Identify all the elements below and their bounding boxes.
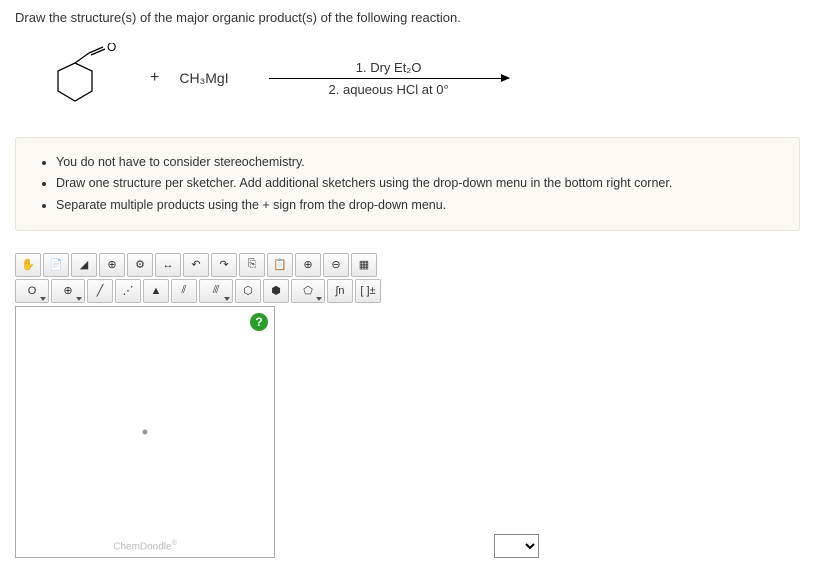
custom-ring-tool[interactable]: ∫n (327, 279, 353, 303)
reaction-arrow (269, 78, 509, 79)
chemdoodle-brand: ChemDoodle® (113, 540, 177, 552)
starting-material-structure: O (50, 43, 130, 113)
move-tool[interactable]: ✋ (15, 253, 41, 277)
reaction-arrow-block: 1. Dry Et₂O 2. aqueous HCl at 0° (269, 60, 509, 97)
paste-tool[interactable]: 📋 (267, 253, 293, 277)
add-sketcher-dropdown[interactable] (494, 534, 539, 558)
single-bond-tool[interactable]: ╱ (87, 279, 113, 303)
flip-tool[interactable]: ↔ (155, 253, 181, 277)
wedge-bond-tool[interactable]: ▲ (143, 279, 169, 303)
chemdoodle-sketcher: ✋ 📄 ◢ ⊕ ⚙ ↔ ↶ ↷ ⎘ 📋 ⊕ ⊖ ▦ O ⊕ ╱ ⋰ ▲ ⫽ ⫻ … (15, 253, 480, 558)
cyclopentane-tool[interactable]: ⬠ (291, 279, 325, 303)
charge-tool[interactable]: [ ]± (355, 279, 381, 303)
erase-tool[interactable]: ◢ (71, 253, 97, 277)
undo-tool[interactable]: ↶ (183, 253, 209, 277)
triple-bond-tool[interactable]: ⫻ (199, 279, 233, 303)
instruction-item: Draw one structure per sketcher. Add add… (56, 173, 781, 194)
question-text: Draw the structure(s) of the major organ… (15, 10, 800, 25)
open-tool[interactable]: 📄 (43, 253, 69, 277)
grignard-reagent: CH₃MgI (179, 70, 228, 86)
element-tool[interactable]: O (15, 279, 49, 303)
benzene-tool[interactable]: ⬢ (263, 279, 289, 303)
reaction-scheme: O + CH₃MgI 1. Dry Et₂O 2. aqueous HCl at… (50, 43, 800, 113)
center-tool[interactable]: ⊕ (99, 253, 125, 277)
recessed-bond-tool[interactable]: ⋰ (115, 279, 141, 303)
condition-1: 1. Dry Et₂O (356, 60, 422, 75)
toolbar-row-1: ✋ 📄 ◢ ⊕ ⚙ ↔ ↶ ↷ ⎘ 📋 ⊕ ⊖ ▦ (15, 253, 480, 277)
toolbar-row-2: O ⊕ ╱ ⋰ ▲ ⫽ ⫻ ⬡ ⬢ ⬠ ∫n [ ]± (15, 279, 480, 303)
color-tool[interactable]: ▦ (351, 253, 377, 277)
increase-tool[interactable]: ⊕ (51, 279, 85, 303)
instruction-item: You do not have to consider stereochemis… (56, 152, 781, 173)
condition-2: 2. aqueous HCl at 0° (329, 82, 449, 97)
drawing-canvas[interactable]: ? ChemDoodle® (15, 306, 275, 558)
canvas-center-dot (143, 429, 148, 434)
instructions-box: You do not have to consider stereochemis… (15, 137, 800, 231)
plus-sign: + (150, 69, 159, 87)
double-bond-tool[interactable]: ⫽ (171, 279, 197, 303)
redo-tool[interactable]: ↷ (211, 253, 237, 277)
instruction-item: Separate multiple products using the + s… (56, 195, 781, 216)
clean-tool[interactable]: ⚙ (127, 253, 153, 277)
copy-tool[interactable]: ⎘ (239, 253, 265, 277)
cyclohexane-tool[interactable]: ⬡ (235, 279, 261, 303)
help-icon[interactable]: ? (250, 313, 268, 331)
svg-text:O: O (107, 43, 116, 54)
zoom-out-tool[interactable]: ⊖ (323, 253, 349, 277)
zoom-in-tool[interactable]: ⊕ (295, 253, 321, 277)
